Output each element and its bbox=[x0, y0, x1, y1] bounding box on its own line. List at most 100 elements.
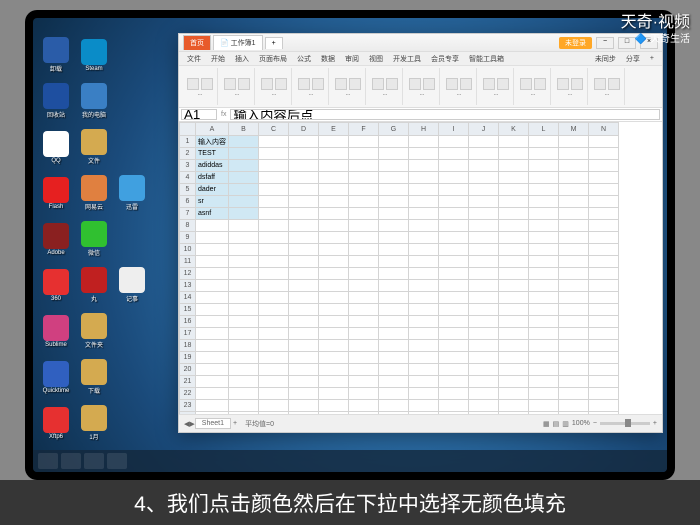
cell[interactable] bbox=[229, 364, 259, 376]
row-header[interactable]: 4 bbox=[180, 172, 196, 184]
desktop-icon[interactable]: 丸 bbox=[76, 263, 112, 307]
menu-item[interactable]: 文件 bbox=[184, 54, 204, 64]
cell[interactable] bbox=[559, 148, 589, 160]
cell[interactable] bbox=[319, 292, 349, 304]
select-all-corner[interactable] bbox=[180, 123, 196, 136]
cell[interactable] bbox=[319, 232, 349, 244]
cell[interactable] bbox=[469, 364, 499, 376]
cell[interactable] bbox=[229, 388, 259, 400]
cell[interactable] bbox=[529, 184, 559, 196]
cell[interactable] bbox=[349, 316, 379, 328]
cell[interactable] bbox=[229, 232, 259, 244]
cell[interactable] bbox=[379, 208, 409, 220]
row-header[interactable]: 11 bbox=[180, 256, 196, 268]
cell[interactable] bbox=[229, 160, 259, 172]
cell[interactable] bbox=[559, 364, 589, 376]
cell[interactable] bbox=[196, 232, 229, 244]
cell[interactable] bbox=[259, 352, 289, 364]
cell[interactable] bbox=[319, 184, 349, 196]
cell[interactable] bbox=[349, 364, 379, 376]
cell[interactable] bbox=[409, 352, 439, 364]
ribbon-button[interactable] bbox=[261, 78, 273, 90]
cell[interactable] bbox=[439, 256, 469, 268]
cell[interactable] bbox=[229, 268, 259, 280]
cell[interactable] bbox=[469, 184, 499, 196]
row-header[interactable]: 12 bbox=[180, 268, 196, 280]
cell[interactable] bbox=[319, 268, 349, 280]
cell[interactable] bbox=[319, 208, 349, 220]
cell[interactable] bbox=[499, 148, 529, 160]
cell[interactable] bbox=[499, 220, 529, 232]
zoom-level[interactable]: 100% bbox=[572, 420, 590, 427]
cell[interactable] bbox=[439, 136, 469, 148]
cell[interactable] bbox=[349, 184, 379, 196]
name-box[interactable] bbox=[181, 109, 217, 120]
zoom-out[interactable]: − bbox=[593, 420, 597, 427]
cell[interactable] bbox=[469, 376, 499, 388]
cell[interactable] bbox=[559, 232, 589, 244]
cell[interactable] bbox=[379, 340, 409, 352]
ribbon-button[interactable] bbox=[386, 78, 398, 90]
cell[interactable] bbox=[229, 148, 259, 160]
desktop-icon[interactable]: 迅雷 bbox=[114, 171, 150, 215]
cell[interactable] bbox=[319, 328, 349, 340]
cell[interactable] bbox=[229, 292, 259, 304]
cell[interactable] bbox=[559, 256, 589, 268]
desktop-icon[interactable]: 卸载 bbox=[38, 33, 74, 77]
cell[interactable] bbox=[589, 292, 619, 304]
cell[interactable] bbox=[439, 280, 469, 292]
cell[interactable] bbox=[409, 160, 439, 172]
column-header[interactable]: H bbox=[409, 123, 439, 136]
cell[interactable] bbox=[439, 220, 469, 232]
cell[interactable] bbox=[379, 364, 409, 376]
cell[interactable] bbox=[259, 340, 289, 352]
cell[interactable] bbox=[559, 244, 589, 256]
cell[interactable] bbox=[409, 148, 439, 160]
cell[interactable] bbox=[319, 136, 349, 148]
cell[interactable] bbox=[589, 376, 619, 388]
cell[interactable] bbox=[409, 244, 439, 256]
cell[interactable] bbox=[499, 208, 529, 220]
cell[interactable] bbox=[259, 304, 289, 316]
cell[interactable] bbox=[259, 280, 289, 292]
cell[interactable] bbox=[469, 352, 499, 364]
cell[interactable] bbox=[409, 304, 439, 316]
cell[interactable] bbox=[589, 412, 619, 415]
cell[interactable] bbox=[529, 220, 559, 232]
cell[interactable] bbox=[589, 244, 619, 256]
cell[interactable] bbox=[379, 232, 409, 244]
cell[interactable] bbox=[589, 340, 619, 352]
taskbar-item[interactable] bbox=[107, 453, 127, 469]
cell[interactable] bbox=[409, 316, 439, 328]
cell[interactable] bbox=[196, 388, 229, 400]
cell[interactable] bbox=[439, 352, 469, 364]
cell[interactable] bbox=[259, 328, 289, 340]
cell[interactable] bbox=[229, 400, 259, 412]
cell[interactable] bbox=[469, 244, 499, 256]
cell[interactable] bbox=[229, 412, 259, 415]
cell[interactable] bbox=[439, 364, 469, 376]
cell[interactable] bbox=[289, 376, 319, 388]
row-header[interactable]: 19 bbox=[180, 352, 196, 364]
menu-item[interactable]: 公式 bbox=[294, 54, 314, 64]
cell[interactable] bbox=[289, 160, 319, 172]
cell[interactable] bbox=[319, 412, 349, 415]
cell[interactable] bbox=[439, 292, 469, 304]
cell[interactable] bbox=[319, 364, 349, 376]
cell[interactable] bbox=[499, 184, 529, 196]
wps-workbook-tab[interactable]: 📄 工作簿1 bbox=[213, 35, 263, 50]
cell[interactable] bbox=[289, 316, 319, 328]
cell[interactable] bbox=[559, 220, 589, 232]
cell[interactable] bbox=[529, 172, 559, 184]
cell[interactable] bbox=[559, 172, 589, 184]
view-normal-icon[interactable]: ▦ bbox=[543, 420, 550, 428]
cell[interactable] bbox=[529, 364, 559, 376]
ribbon-button[interactable] bbox=[409, 78, 421, 90]
ribbon-button[interactable] bbox=[275, 78, 287, 90]
cell[interactable] bbox=[379, 220, 409, 232]
cell[interactable] bbox=[229, 196, 259, 208]
cell[interactable]: 输入内容 bbox=[196, 136, 229, 148]
cell[interactable] bbox=[289, 256, 319, 268]
cell[interactable] bbox=[349, 232, 379, 244]
cell[interactable] bbox=[469, 160, 499, 172]
